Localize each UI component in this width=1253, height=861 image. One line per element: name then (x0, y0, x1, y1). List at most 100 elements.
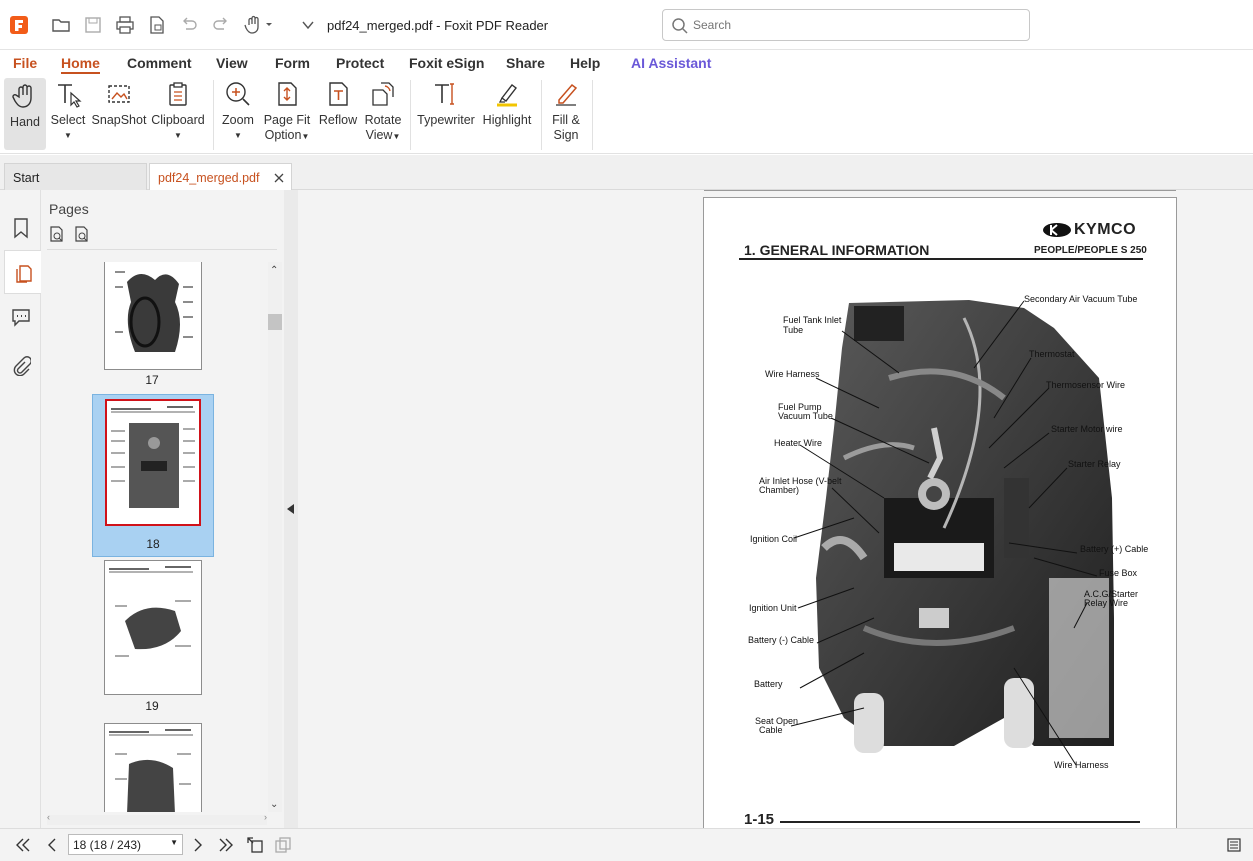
clipboard-label: Clipboard (151, 113, 205, 127)
zoom-label: Zoom (222, 113, 254, 127)
ribbon-separator (410, 80, 411, 150)
label-battery-plus-cable: Battery (+) Cable (1080, 544, 1149, 554)
ribbon-toolbar: Hand Select ▼ SnapShot Clipboard ▼ Zoom … (0, 76, 1253, 154)
rotate-label: Rotate (364, 113, 402, 127)
zoom-out-thumbnails-icon[interactable] (72, 224, 92, 244)
page-thumbnail-17[interactable] (104, 262, 202, 370)
menu-protect[interactable]: Protect (336, 55, 384, 71)
tab-document-label: pdf24_merged.pdf (158, 171, 260, 185)
diagram-labels: Fuel Tank Inlet Tube Secondary Air Vacuu… (704, 198, 1176, 838)
zoom-in-thumbnails-icon[interactable] (47, 224, 67, 244)
menu-comment[interactable]: Comment (127, 55, 192, 71)
page-thumbnail-19[interactable] (104, 560, 202, 695)
document-tab-bar: Start pdf24_merged.pdf (0, 155, 1253, 190)
panel-collapse-strip[interactable] (284, 190, 298, 828)
scroll-up-icon[interactable]: ⌃ (270, 265, 278, 276)
label-fuel-tank-inlet: Fuel Tank Inlet (783, 315, 842, 325)
tab-document[interactable]: pdf24_merged.pdf (149, 163, 292, 190)
select-button[interactable]: Select ▼ (50, 80, 86, 143)
label-vacuum-tube: Vacuum Tube (778, 411, 833, 421)
snapshot-label: SnapShot (91, 113, 147, 127)
reflow-button[interactable]: Reflow (318, 80, 358, 128)
fill-sign-button[interactable]: Fill & Sign (547, 80, 585, 143)
menu-home[interactable]: Home (61, 55, 100, 74)
search-icon (671, 17, 689, 35)
fill-sign-icon (551, 80, 581, 110)
typewriter-icon (431, 80, 461, 110)
hand-tool-dropdown-icon[interactable] (243, 14, 277, 36)
scroll-down-icon[interactable]: ⌄ (270, 799, 278, 810)
page-number-field[interactable]: 18 (18 / 243) ▼ (68, 834, 183, 855)
selected-page-thumbnail-18[interactable]: 18 (92, 394, 214, 557)
pages-panel-title: Pages (49, 201, 89, 217)
first-page-icon[interactable] (14, 837, 32, 853)
menu-foxit-esign[interactable]: Foxit eSign (409, 55, 484, 71)
redo-icon[interactable] (210, 14, 232, 36)
new-document-icon[interactable] (146, 14, 168, 36)
save-icon[interactable] (82, 14, 104, 36)
bookmark-icon[interactable] (9, 216, 33, 240)
print-icon[interactable] (114, 14, 136, 36)
next-page-icon[interactable] (190, 837, 206, 853)
page-thumbnail-label: 18 (146, 537, 160, 551)
footer-rule (780, 821, 1140, 823)
highlight-button[interactable]: Highlight (480, 80, 534, 128)
clipboard-dropdown-icon: ▼ (174, 131, 182, 140)
navigation-sidebar (0, 190, 41, 828)
document-viewer[interactable]: KYMCO 1. GENERAL INFORMATION PEOPLE/PEOP… (298, 190, 1253, 837)
select-text-icon (53, 80, 83, 110)
view-options-icon[interactable] (1225, 836, 1243, 854)
scroll-left-icon[interactable]: ‹ (47, 812, 50, 822)
attachment-icon[interactable] (9, 353, 33, 377)
sidebar-pages-active[interactable] (4, 250, 41, 294)
quick-access-dropdown-icon[interactable] (297, 14, 319, 36)
page-thumbnail-20[interactable] (104, 723, 202, 812)
undo-icon[interactable] (178, 14, 200, 36)
clipboard-icon (163, 80, 193, 110)
foxit-logo-icon (10, 16, 28, 34)
menu-file[interactable]: File (13, 55, 37, 71)
scrollbar-thumb[interactable] (268, 314, 282, 330)
thumbnail-scrollbar[interactable]: ⌃ ⌄ (268, 262, 282, 812)
search-box[interactable] (662, 9, 1030, 41)
tab-start-label: Start (13, 171, 40, 185)
ribbon-separator (213, 80, 214, 150)
label-seat-open-cable: Cable (759, 725, 783, 735)
fill-sign-label: Fill & (552, 113, 580, 127)
page-dropdown-icon[interactable]: ▼ (170, 838, 178, 847)
label-thermosensor-wire: Thermosensor Wire (1046, 380, 1126, 390)
typewriter-button[interactable]: Typewriter (417, 80, 475, 128)
comments-icon[interactable] (9, 305, 33, 329)
zoom-button[interactable]: Zoom ▼ (220, 80, 256, 143)
snapshot-button[interactable]: SnapShot (91, 80, 147, 128)
typewriter-label: Typewriter (417, 113, 475, 127)
label-wire-harness: Wire Harness (765, 369, 820, 379)
menu-view[interactable]: View (216, 55, 248, 71)
label-secondary-air-vacuum-tube: Secondary Air Vacuum Tube (1024, 294, 1138, 304)
clipboard-button[interactable]: Clipboard ▼ (151, 80, 205, 143)
last-page-icon[interactable] (217, 837, 235, 853)
previous-view-icon[interactable] (245, 835, 265, 855)
open-folder-icon[interactable] (50, 14, 72, 36)
next-view-icon[interactable] (273, 835, 293, 855)
page-thumbnail-label: 17 (145, 373, 159, 387)
label-heater-wire: Heater Wire (774, 438, 823, 448)
menu-bar: File Home Comment View Form Protect Foxi… (0, 52, 1253, 76)
rotate-view-button[interactable]: Rotate View▼ (363, 80, 403, 144)
menu-help[interactable]: Help (570, 55, 600, 71)
collapse-panel-icon[interactable] (286, 502, 296, 516)
menu-ai-assistant[interactable]: AI Assistant (631, 55, 711, 71)
previous-page-icon[interactable] (44, 837, 60, 853)
zoom-icon (223, 80, 253, 110)
page-fit-option-button[interactable]: Page Fit Option▼ (262, 80, 312, 144)
hand-button[interactable]: Hand (4, 78, 46, 150)
scroll-right-icon[interactable]: › (264, 812, 267, 822)
horizontal-scrollbar[interactable]: ‹ › (47, 812, 267, 825)
tab-start[interactable]: Start (4, 163, 147, 190)
search-input[interactable] (693, 16, 1013, 34)
menu-form[interactable]: Form (275, 55, 310, 71)
close-tab-icon[interactable] (273, 172, 285, 184)
menu-share[interactable]: Share (506, 55, 545, 71)
thumbnail-image-18 (111, 406, 195, 508)
zoom-dropdown-icon: ▼ (234, 131, 242, 140)
